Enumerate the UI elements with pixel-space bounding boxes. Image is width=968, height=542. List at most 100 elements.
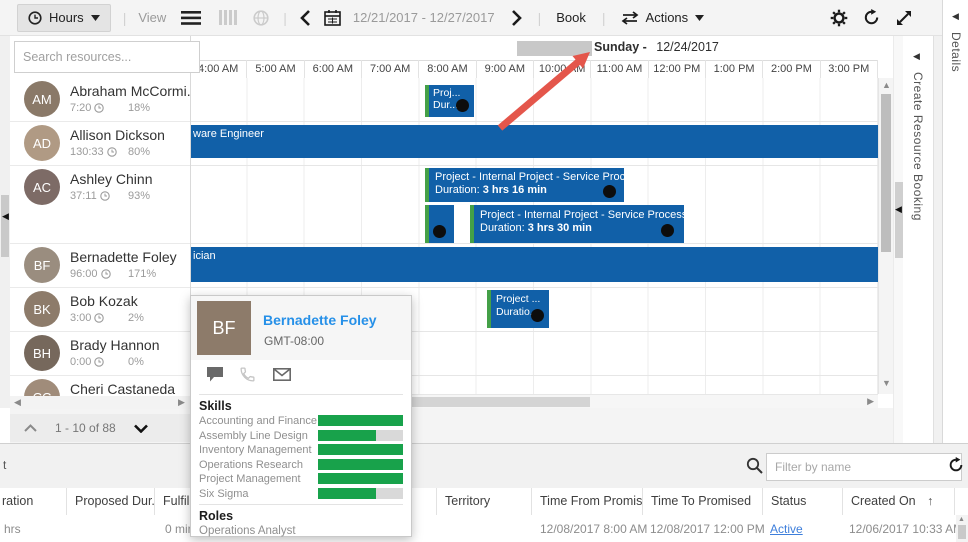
- clock-icon: [107, 147, 117, 157]
- list-view-icon[interactable]: [181, 11, 201, 25]
- booking-status-dot[interactable]: [456, 99, 469, 112]
- booking-block[interactable]: Project - Internal Project - Service Pro…: [470, 205, 684, 243]
- skill-rating-bar: [318, 415, 403, 426]
- clock-icon: [100, 191, 110, 201]
- time-from-promised-cell: 12/08/2017 8:00 AM: [540, 515, 647, 542]
- resource-row[interactable]: BK Bob Kozak 3:00 2%: [10, 287, 190, 332]
- skill-row: Six Sigma: [199, 487, 403, 501]
- time-tick: 2:00 PM: [763, 60, 820, 78]
- resource-row[interactable]: AD Allison Dickson 130:33 80%: [10, 121, 190, 166]
- time-tick: 1:00 PM: [706, 60, 763, 78]
- scroll-down-icon[interactable]: ▼: [882, 379, 891, 388]
- skill-name: Operations Research: [199, 459, 303, 471]
- clock-icon: [101, 269, 111, 279]
- map-view-icon[interactable]: [253, 10, 269, 26]
- details-tab[interactable]: ◀ Details: [942, 0, 968, 443]
- grid-mini-vscrollbar[interactable]: ▲: [956, 515, 968, 542]
- skill-name: Accounting and Finance: [199, 415, 317, 427]
- skills-title: Skills: [199, 399, 232, 413]
- left-panel-scrollbar[interactable]: ◀: [0, 36, 10, 408]
- actions-menu-button[interactable]: Actions: [646, 10, 689, 25]
- search-resources-input[interactable]: [14, 41, 200, 73]
- column-header[interactable]: Proposed Dur...: [67, 488, 155, 515]
- email-icon[interactable]: [273, 368, 291, 381]
- resource-row[interactable]: AM Abraham McCormi... 7:20 18%: [10, 77, 190, 122]
- requirements-grid-header: ration Proposed Dur... Fulfille... Terri…: [0, 488, 968, 516]
- column-header-label: Created On: [851, 494, 916, 508]
- collapse-panel-icon[interactable]: ◀: [895, 205, 902, 214]
- column-view-icon[interactable]: [219, 10, 237, 25]
- created-on-cell: 12/06/2017 10:33 AM: [849, 515, 963, 542]
- scroll-left-icon[interactable]: ◀: [14, 398, 21, 407]
- hours-mode-button[interactable]: Hours: [17, 4, 111, 32]
- status-link[interactable]: Active: [770, 515, 803, 542]
- resource-hours: 130:33: [70, 146, 104, 158]
- collapse-left-icon[interactable]: ◀: [2, 212, 9, 221]
- create-resource-booking-label: Create Resource Booking: [911, 72, 925, 221]
- previous-period-icon[interactable]: [300, 10, 310, 26]
- resource-pagination: 1 - 10 of 88: [10, 414, 190, 442]
- scroll-right-icon[interactable]: ▶: [178, 398, 185, 407]
- requirement-group-bar[interactable]: ician: [190, 247, 878, 282]
- column-header[interactable]: Territory: [437, 488, 532, 515]
- resource-name-link[interactable]: Bernadette Foley: [263, 312, 377, 328]
- create-resource-booking-tab[interactable]: ◀ Create Resource Booking: [903, 36, 934, 443]
- calendar-icon[interactable]: [324, 9, 341, 26]
- splitter-thumb[interactable]: [895, 182, 903, 258]
- next-period-icon[interactable]: [512, 10, 522, 26]
- filter-by-name-input[interactable]: [766, 453, 962, 481]
- resource-name: Abraham McCormi...: [70, 83, 190, 99]
- booking-status-dot[interactable]: [433, 225, 446, 238]
- resource-hover-card: BF Bernadette Foley GMT-08:00 Skills Acc…: [190, 295, 412, 537]
- scroll-up-icon[interactable]: ▲: [958, 516, 965, 523]
- resource-row[interactable]: BH Brady Hannon 0:00 0%: [10, 331, 190, 376]
- refresh-grid-icon[interactable]: [948, 457, 964, 473]
- booking-block[interactable]: Project ... Duratio...: [487, 290, 549, 328]
- resource-list-hscrollbar[interactable]: ◀ ▶: [10, 396, 190, 409]
- chat-icon[interactable]: [206, 366, 224, 383]
- resource-name: Ashley Chinn: [70, 171, 153, 187]
- resource-row[interactable]: AC Ashley Chinn 37:11 93%: [10, 165, 190, 244]
- phone-icon[interactable]: [239, 366, 256, 383]
- booking-block[interactable]: Proj... Dur...: [425, 85, 474, 117]
- expand-details-icon[interactable]: ◀: [952, 12, 959, 21]
- booking-status-dot[interactable]: [661, 224, 674, 237]
- scrollbar-thumb[interactable]: [1, 195, 9, 257]
- column-header[interactable]: Time To Promised: [643, 488, 763, 515]
- booking-status-dot[interactable]: [603, 185, 616, 198]
- day-scroll-indicator[interactable]: [517, 41, 592, 56]
- time-to-promised-cell: 12/08/2017 12:00 PM: [650, 515, 765, 542]
- scrollbar-thumb[interactable]: [958, 525, 966, 539]
- time-tick: 8:00 AM: [419, 60, 476, 78]
- scrollbar-thumb[interactable]: [881, 94, 891, 252]
- schedule-board: Hours | View | 12/21/2017 - 12/27/2017 |…: [0, 0, 968, 542]
- skill-name: Six Sigma: [199, 488, 249, 500]
- requirement-row[interactable]: hrs 0 min 12/08/2017 8:00 AM 12/08/2017 …: [0, 515, 968, 542]
- resource-photo: BF: [197, 301, 251, 355]
- column-header[interactable]: Status: [763, 488, 843, 515]
- scroll-up-icon[interactable]: ▲: [882, 81, 891, 90]
- booking-block[interactable]: [425, 205, 454, 243]
- refresh-icon[interactable]: [863, 9, 880, 26]
- column-header[interactable]: Created On ↑: [843, 488, 955, 515]
- requirement-group-bar[interactable]: ware Engineer: [190, 125, 878, 158]
- expand-fullscreen-icon[interactable]: [896, 10, 912, 26]
- avatar: BF: [24, 247, 60, 283]
- hover-card-header: BF Bernadette Foley GMT-08:00: [191, 296, 411, 360]
- resource-row[interactable]: BF Bernadette Foley 96:00 171%: [10, 243, 190, 288]
- scroll-right-icon[interactable]: ▶: [867, 397, 874, 406]
- book-button[interactable]: Book: [556, 10, 586, 25]
- search-icon: [746, 457, 763, 474]
- page-up-icon[interactable]: [24, 424, 37, 432]
- grid-vscrollbar[interactable]: ▲ ▼: [878, 78, 894, 394]
- column-header[interactable]: ration: [0, 488, 67, 515]
- booking-block[interactable]: Project - Internal Project - Service Pro…: [425, 168, 624, 202]
- expand-tab-icon[interactable]: ◀: [913, 52, 920, 61]
- settings-gear-icon[interactable]: [830, 9, 848, 27]
- column-header[interactable]: Time From Promised: [532, 488, 643, 515]
- resource-hours: 3:00: [70, 312, 91, 324]
- page-down-icon[interactable]: [134, 424, 148, 433]
- booking-status-dot[interactable]: [531, 309, 544, 322]
- toolbar-divider: |: [538, 10, 542, 26]
- date-range-label[interactable]: 12/21/2017 - 12/27/2017: [353, 10, 495, 25]
